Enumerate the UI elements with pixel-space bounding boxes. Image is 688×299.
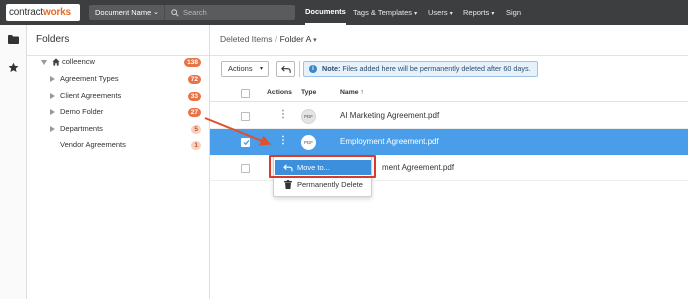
annotation-arrow bbox=[204, 117, 271, 146]
